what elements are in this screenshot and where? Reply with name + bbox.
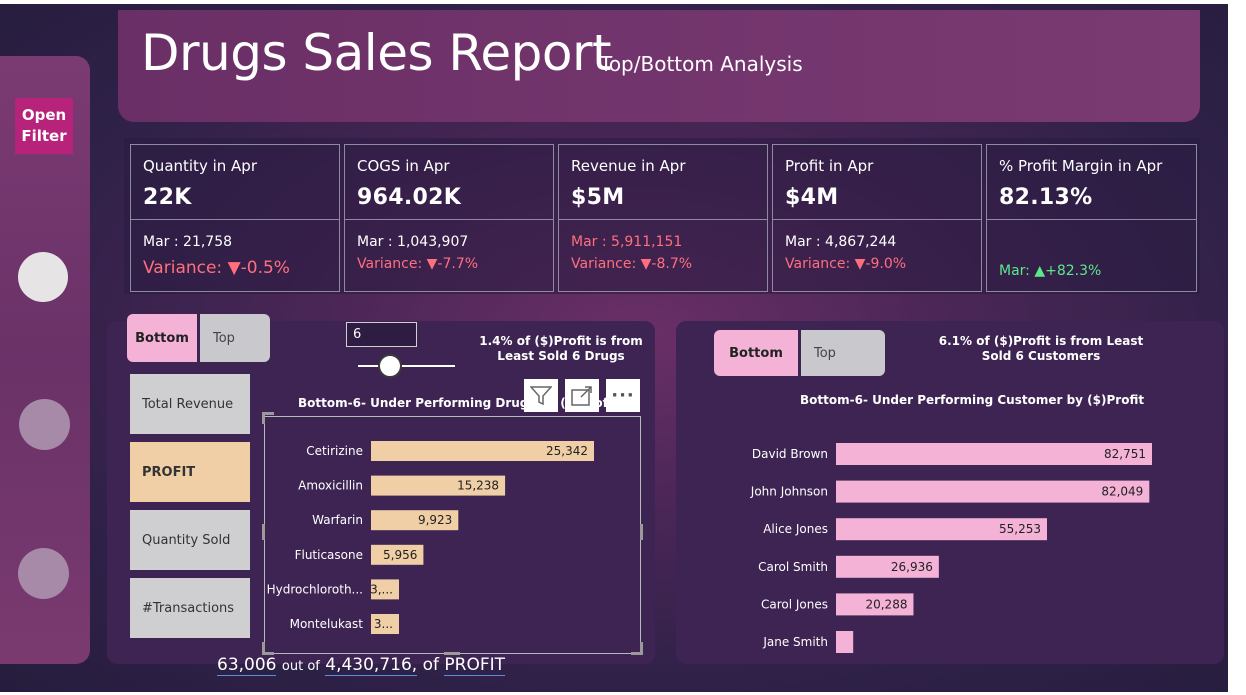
nav-dot-3[interactable]	[18, 548, 69, 599]
top-n-slider-track[interactable]	[358, 365, 455, 367]
kpi-value: 22K	[143, 185, 192, 210]
filter-icon[interactable]	[524, 379, 558, 412]
report-header: Drugs Sales Report Top/Bottom Analysis	[118, 10, 1200, 122]
kpi-divider	[559, 219, 767, 220]
nav-dot-2[interactable]	[19, 399, 70, 450]
footer-of: of	[422, 655, 439, 675]
data-label: 9,923	[418, 513, 452, 527]
data-label: 26,936	[891, 560, 933, 574]
kpi-card-profit[interactable]: Profit in Apr $4M Mar : 4,867,244 Varian…	[772, 144, 982, 292]
window-edge	[1228, 0, 1246, 695]
category-label: Carol Smith	[758, 560, 828, 574]
kpi-card-cogs[interactable]: COGS in Apr 964.02K Mar : 1,043,907 Vari…	[344, 144, 554, 292]
resize-handle[interactable]	[640, 642, 643, 654]
category-label: Carol Jones	[761, 597, 828, 611]
focus-mode-icon[interactable]	[565, 379, 599, 412]
data-label: 5,956	[383, 548, 417, 562]
page-title: Drugs Sales Report	[141, 24, 612, 82]
kpi-variance: Variance: ▼-9.0%	[785, 256, 907, 272]
footer-summary: 63,006 out of 4,430,716, of PROFIT	[217, 655, 506, 676]
kpi-divider	[987, 219, 1196, 220]
customers-chart-title: Bottom-6- Under Performing Customer by (…	[800, 393, 1145, 407]
resize-handle[interactable]	[262, 412, 265, 424]
kpi-divider	[345, 219, 553, 220]
category-label: John Johnson	[750, 485, 828, 499]
page-subtitle: Top/Bottom Analysis	[600, 52, 803, 76]
kpi-variance: Variance: ▼-0.5%	[143, 258, 290, 278]
kpi-value: 82.13%	[999, 185, 1093, 210]
kpi-value: $5M	[571, 185, 625, 210]
data-label: 82,049	[1101, 485, 1143, 499]
kpi-variance: Mar: ▲+82.3%	[999, 263, 1102, 279]
kpi-value: 964.02K	[357, 185, 462, 210]
kpi-label: Profit in Apr	[785, 157, 874, 175]
category-label: Montelukast	[290, 617, 364, 631]
kpi-label: Revenue in Apr	[571, 157, 686, 175]
kpi-divider	[131, 219, 339, 220]
data-label: 20,288	[865, 597, 907, 611]
top-n-input[interactable]: 6	[346, 322, 417, 347]
tab-bottom-customers[interactable]: Bottom	[714, 330, 798, 376]
report-canvas: Open Filter Drugs Sales Report Top/Botto…	[0, 4, 1228, 692]
data-label: 3,...	[370, 582, 393, 596]
footer-total-value: 4,430,716,	[325, 655, 418, 676]
resize-handle[interactable]	[640, 524, 643, 540]
category-label: Fluticasone	[295, 548, 363, 562]
resize-handle[interactable]	[262, 524, 265, 540]
data-label: 25,342	[546, 444, 588, 458]
nav-dot-1[interactable]	[18, 252, 68, 302]
kpi-previous: Mar : 1,043,907	[357, 234, 469, 250]
footer-metric: PROFIT	[444, 655, 506, 676]
footer-profit-value: 63,006	[217, 655, 277, 676]
data-label: 15,238	[457, 479, 499, 493]
kpi-previous: Mar : 21,758	[143, 234, 233, 250]
kpi-divider	[773, 219, 981, 220]
drugs-note: 1.4% of ($)Profit is from Least Sold 6 D…	[479, 334, 643, 363]
data-label: 82,751	[1104, 447, 1146, 461]
category-label: Jane Smith	[762, 635, 828, 649]
kpi-previous: Mar : 5,911,151	[571, 234, 683, 250]
kpi-card-quantity[interactable]: Quantity in Apr 22K Mar : 21,758 Varianc…	[130, 144, 340, 292]
tab-bottom-drugs[interactable]: Bottom	[127, 314, 197, 362]
kpi-card-profit-margin[interactable]: % Profit Margin in Apr 82.13% Mar: ▲+82.…	[986, 144, 1197, 292]
category-label: Warfarin	[312, 513, 363, 527]
customers-note: 6.1% of ($)Profit is from Least Sold 6 C…	[938, 334, 1144, 363]
kpi-variance: Variance: ▼-7.7%	[357, 256, 479, 272]
drugs-bar-chart: Cetirizine 25,342 Amoxicillin 15,238 Warfari…	[267, 441, 594, 634]
data-label: 3...	[374, 617, 393, 631]
bar[interactable]	[836, 631, 854, 653]
tab-top-customers[interactable]: Top	[801, 330, 885, 376]
footer-out-of: out of	[281, 659, 320, 674]
kpi-value: $4M	[785, 185, 839, 210]
category-label: Amoxicillin	[298, 479, 363, 493]
kpi-strip: Quantity in Apr 22K Mar : 21,758 Varianc…	[124, 138, 1200, 294]
tab-top-drugs[interactable]: Top	[200, 314, 270, 362]
data-label: 55,253	[999, 522, 1041, 536]
kpi-previous: Mar : 4,867,244	[785, 234, 897, 250]
category-label: Hydrochloroth...	[267, 582, 363, 596]
metric-profit-button[interactable]: PROFIT	[130, 442, 250, 502]
metric-quantity-sold-button[interactable]: Quantity Sold	[130, 510, 250, 570]
more-options-icon[interactable]: ···	[606, 379, 640, 412]
category-label: Cetirizine	[306, 444, 363, 458]
kpi-label: COGS in Apr	[357, 157, 450, 175]
kpi-label: Quantity in Apr	[143, 157, 257, 175]
open-filter-button[interactable]: Open Filter	[15, 98, 73, 154]
top-n-slider-handle[interactable]	[378, 354, 402, 378]
kpi-card-revenue[interactable]: Revenue in Apr $5M Mar : 5,911,151 Varia…	[558, 144, 768, 292]
kpi-label: % Profit Margin in Apr	[999, 157, 1163, 175]
metric-transactions-button[interactable]: #Transactions	[130, 578, 250, 638]
metric-total-revenue-button[interactable]: Total Revenue	[130, 374, 250, 434]
kpi-variance: Variance: ▼-8.7%	[571, 256, 693, 272]
category-label: Alice Jones	[763, 522, 828, 536]
customers-bar-chart: David Brown 82,751 John Johnson 82,049 Alice…	[750, 443, 1152, 653]
category-label: David Brown	[752, 447, 828, 461]
